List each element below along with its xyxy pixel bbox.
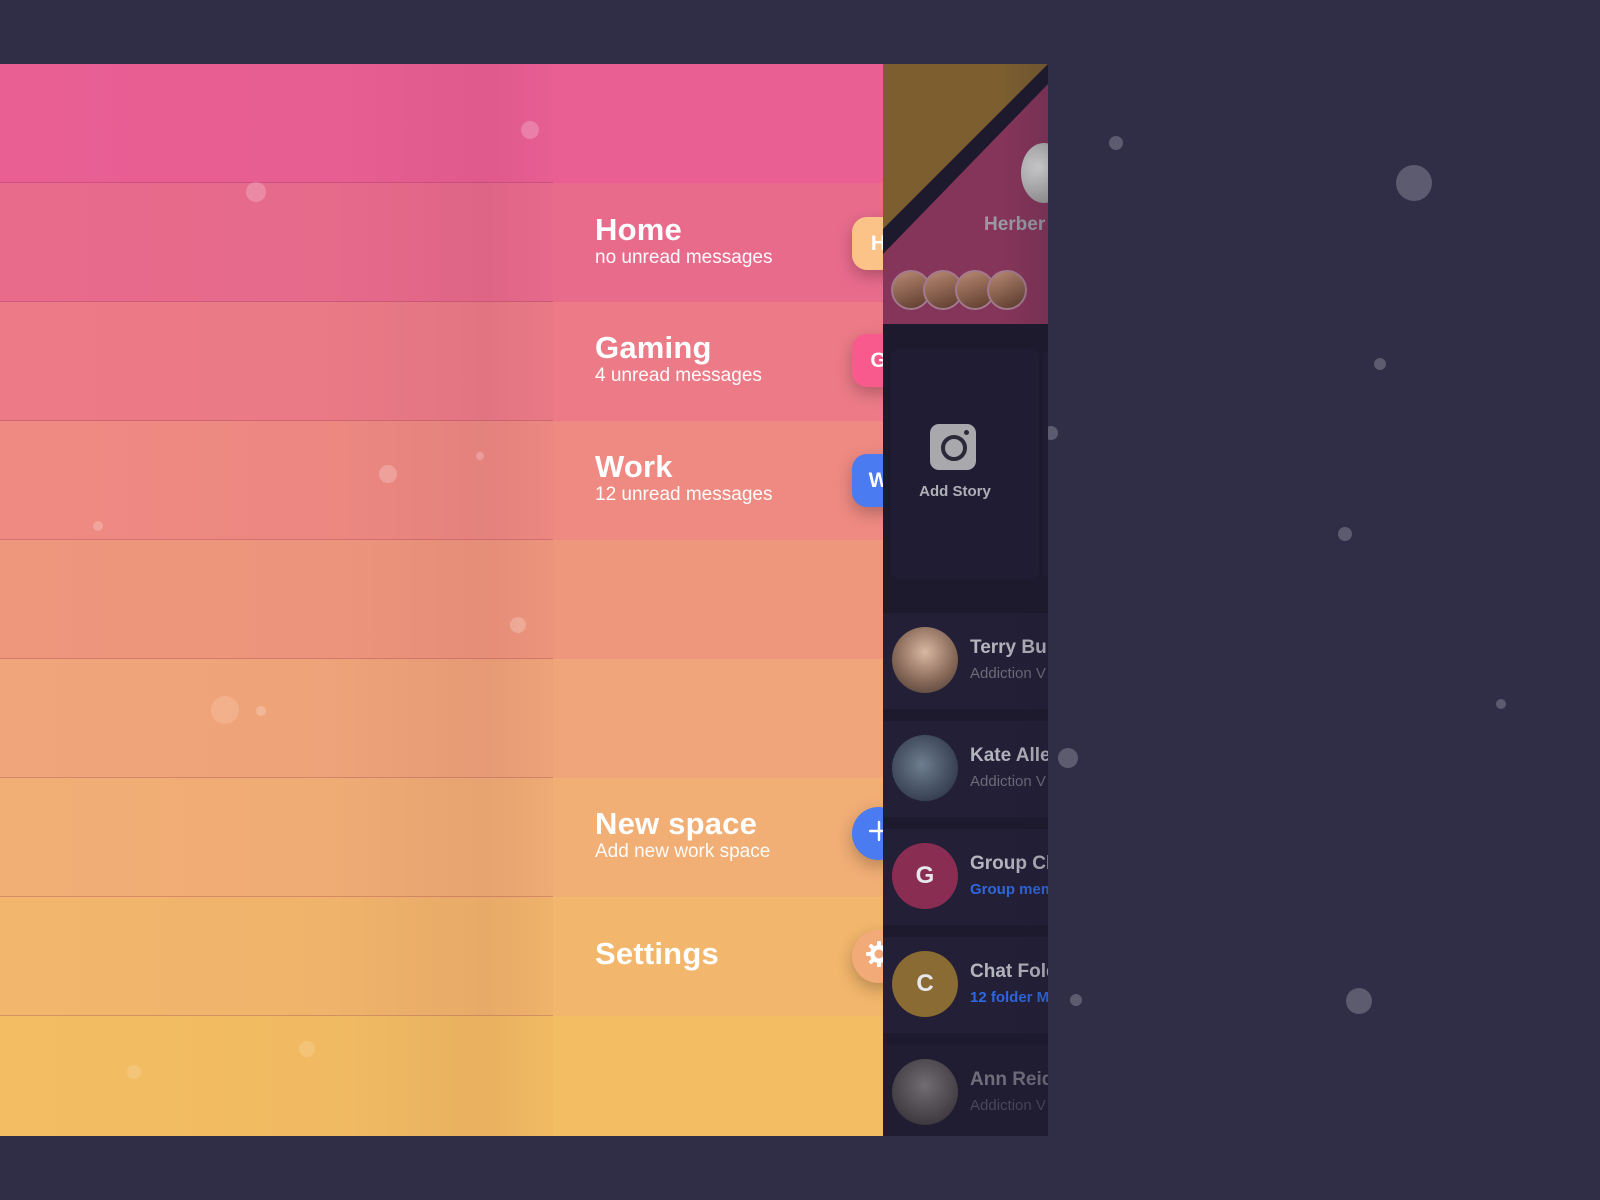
chat-subtitle: 12 folder M (970, 989, 1048, 1006)
spaces-menu: Home no unread messages Gaming 4 unread … (0, 64, 905, 1136)
chat-item[interactable]: Terry Bu Addiction V (883, 613, 1048, 709)
chat-subtitle: Addiction V (970, 1097, 1046, 1114)
menu-stripe (0, 1016, 883, 1136)
menu-item-home[interactable]: Home no unread messages (595, 213, 772, 269)
menu-item-title: Home (595, 212, 682, 247)
avatar (892, 627, 958, 693)
menu-item-settings[interactable]: Settings (595, 937, 719, 971)
bokeh-dot (1374, 358, 1386, 370)
menu-item-subtitle: Add new work space (595, 841, 771, 862)
avatar: G (892, 843, 958, 909)
menu-stripe (0, 659, 883, 778)
avatar[interactable] (987, 270, 1027, 310)
menu-item-gaming[interactable]: Gaming 4 unread messages (595, 331, 762, 387)
story-card[interactable] (1043, 349, 1048, 579)
bokeh-dot (1070, 994, 1082, 1006)
bokeh-dot (1396, 165, 1432, 201)
chat-name: Ann Reid (970, 1069, 1048, 1090)
chat-name: Kate Alle (970, 745, 1048, 766)
bokeh-dot (1338, 527, 1352, 541)
menu-item-new-space[interactable]: New space Add new work space (595, 807, 770, 863)
menu-item-subtitle: 12 unread messages (595, 484, 773, 505)
avatar (892, 1059, 958, 1125)
profile-name: Herber (984, 214, 1046, 235)
menu-stripe (0, 64, 883, 183)
add-story-label: Add Story (919, 483, 991, 500)
chat-item[interactable]: G Group Cl Group mem (883, 829, 1048, 925)
chat-name: Chat Fold (970, 961, 1048, 982)
avatar (892, 735, 958, 801)
chat-panel: Herber Add Story Terry Bu Addiction V Ka… (883, 64, 1048, 1136)
chat-subtitle: Addiction V (970, 665, 1046, 682)
profile-header: Herber (883, 64, 1048, 324)
bokeh-dot (1058, 748, 1078, 768)
menu-item-subtitle: no unread messages (595, 247, 773, 268)
chat-item[interactable]: Kate Alle Addiction V (883, 721, 1048, 817)
bokeh-dot (1346, 988, 1372, 1014)
menu-row-settings[interactable] (0, 897, 883, 1016)
bokeh-dot (1109, 136, 1123, 150)
chat-name: Group Cl (970, 853, 1048, 874)
menu-item-title: Settings (595, 936, 719, 971)
menu-item-title: New space (595, 806, 758, 841)
menu-item-work[interactable]: Work 12 unread messages (595, 450, 772, 506)
chat-item[interactable]: C Chat Fold 12 folder M (883, 937, 1048, 1033)
chat-name: Terry Bu (970, 637, 1047, 658)
bokeh-dot (1496, 699, 1506, 709)
menu-item-subtitle: 4 unread messages (595, 365, 762, 386)
menu-item-title: Work (595, 449, 673, 484)
menu-item-title: Gaming (595, 330, 712, 365)
avatar: C (892, 951, 958, 1017)
chat-item[interactable]: Ann Reid Addiction V (883, 1045, 1048, 1136)
chat-subtitle: Group mem (970, 881, 1048, 898)
chat-subtitle: Addiction V (970, 773, 1046, 790)
menu-stripe (0, 540, 883, 659)
app-window: Home no unread messages Gaming 4 unread … (0, 64, 1048, 1136)
camera-icon (930, 424, 976, 470)
